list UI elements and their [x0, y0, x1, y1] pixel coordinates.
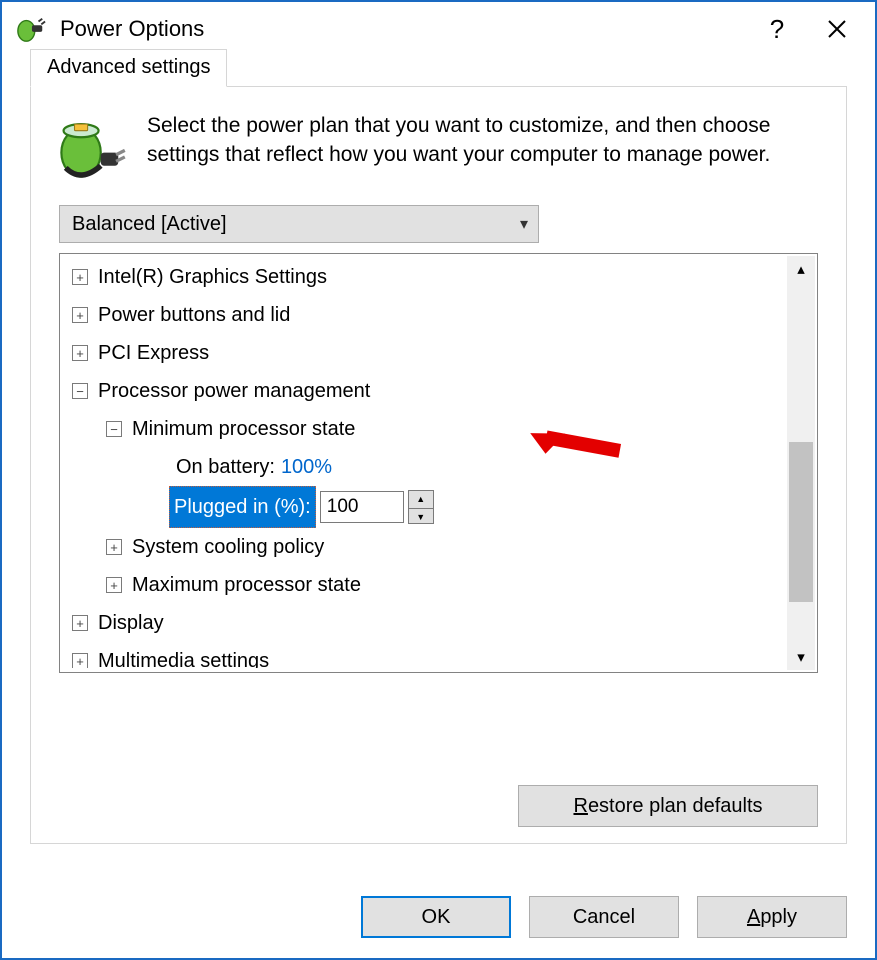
spinner-down-icon[interactable]: ▼: [409, 509, 433, 526]
tree-item-multimedia[interactable]: + Multimedia settings: [64, 642, 785, 668]
scroll-track[interactable]: [787, 282, 815, 644]
tree-item-pci-express[interactable]: + PCI Express: [64, 334, 785, 372]
intro-text: Select the power plan that you want to c…: [147, 111, 820, 181]
expand-icon[interactable]: +: [72, 269, 88, 285]
power-plan-selected: Balanced [Active]: [72, 213, 227, 236]
expand-icon[interactable]: +: [106, 539, 122, 555]
close-button[interactable]: [807, 2, 867, 56]
expand-icon[interactable]: +: [106, 577, 122, 593]
tree-item-display[interactable]: + Display: [64, 604, 785, 642]
ok-button[interactable]: OK: [361, 896, 511, 938]
expand-icon[interactable]: +: [72, 345, 88, 361]
expand-icon[interactable]: +: [72, 653, 88, 668]
tree-item-min-processor-state[interactable]: − Minimum processor state: [64, 410, 785, 448]
chevron-down-icon: ▾: [520, 214, 528, 234]
scroll-down-icon[interactable]: ▾: [787, 644, 815, 670]
plugged-in-input[interactable]: [320, 491, 404, 523]
tree-item-cooling-policy[interactable]: + System cooling policy: [64, 528, 785, 566]
setting-plugged-in[interactable]: Plugged in (%): ▲ ▼: [64, 486, 785, 528]
on-battery-value[interactable]: 100%: [281, 448, 332, 486]
apply-button[interactable]: Apply: [697, 896, 847, 938]
tree-item-graphics[interactable]: + Intel(R) Graphics Settings: [64, 258, 785, 296]
collapse-icon[interactable]: −: [106, 421, 122, 437]
scroll-up-icon[interactable]: ▴: [787, 256, 815, 282]
cancel-button[interactable]: Cancel: [529, 896, 679, 938]
expand-icon[interactable]: +: [72, 307, 88, 323]
tab-advanced-settings[interactable]: Advanced settings: [30, 49, 227, 87]
settings-tree: + Intel(R) Graphics Settings + Power but…: [59, 253, 818, 673]
restore-defaults-button[interactable]: Restore plan defaults: [518, 785, 818, 827]
spinner-control[interactable]: ▲ ▼: [408, 490, 434, 524]
battery-plug-icon: [57, 111, 127, 181]
help-button[interactable]: ?: [747, 2, 807, 56]
tree-item-power-buttons[interactable]: + Power buttons and lid: [64, 296, 785, 334]
tree-item-processor[interactable]: − Processor power management: [64, 372, 785, 410]
window-title: Power Options: [60, 16, 747, 42]
collapse-icon[interactable]: −: [72, 383, 88, 399]
spinner-up-icon[interactable]: ▲: [409, 491, 433, 509]
scroll-thumb[interactable]: [789, 442, 813, 602]
power-options-icon: [16, 14, 46, 44]
power-plan-dropdown[interactable]: Balanced [Active] ▾: [59, 205, 539, 243]
tab-panel: Advanced settings Select the power plan …: [30, 86, 847, 844]
plugged-in-label: Plugged in (%):: [169, 486, 316, 528]
expand-icon[interactable]: +: [72, 615, 88, 631]
tree-item-max-processor-state[interactable]: + Maximum processor state: [64, 566, 785, 604]
setting-on-battery[interactable]: On battery: 100%: [64, 448, 785, 486]
scrollbar[interactable]: ▴ ▾: [787, 256, 815, 670]
